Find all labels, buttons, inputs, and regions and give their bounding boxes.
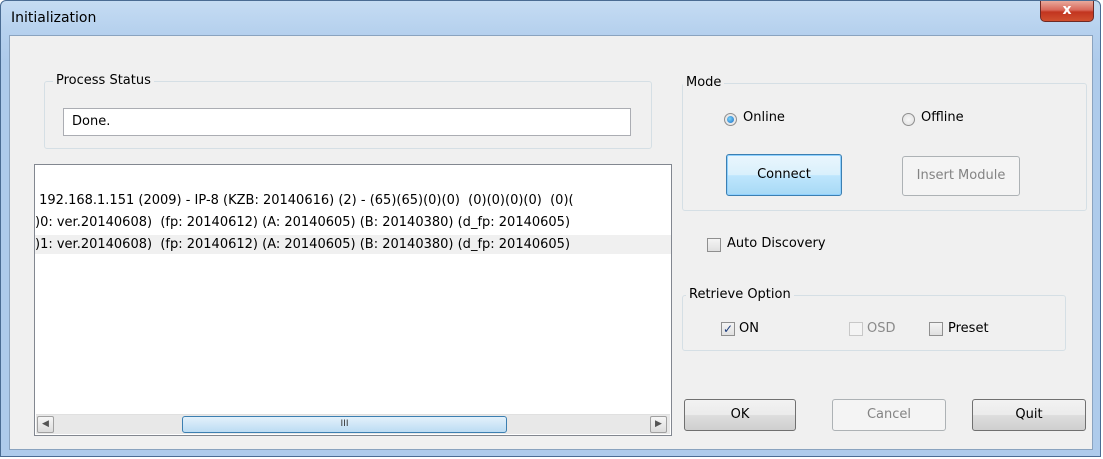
online-label[interactable]: Online — [743, 110, 785, 125]
retrieve-option-label: Retrieve Option — [686, 287, 794, 302]
initialization-window: Initialization x Process Status Done. 19… — [0, 0, 1101, 457]
quit-button[interactable]: Quit — [972, 399, 1086, 431]
online-radio[interactable] — [724, 113, 737, 126]
checkmark-icon: ✓ — [722, 322, 734, 336]
osd-checkbox[interactable] — [849, 322, 863, 336]
window-title: Initialization — [11, 10, 97, 26]
mode-group: Mode Online Offline Connect Insert Modul… — [682, 75, 1087, 211]
preset-label[interactable]: Preset — [948, 321, 989, 336]
process-status-group: Process Status Done. — [44, 73, 652, 149]
log-line-selected[interactable]: )1: ver.20140608) (fp: 20140612) (A: 201… — [35, 235, 671, 254]
cancel-button[interactable]: Cancel — [832, 399, 946, 431]
title-bar[interactable]: Initialization x — [1, 1, 1100, 35]
preset-checkbox[interactable] — [929, 322, 943, 336]
log-line[interactable]: 192.168.1.151 (2009) - IP-8 (KZB: 201406… — [35, 191, 671, 210]
on-checkbox[interactable]: ✓ — [721, 322, 735, 336]
scroll-right-button[interactable]: ▶ — [650, 416, 667, 433]
osd-label[interactable]: OSD — [867, 321, 896, 336]
auto-discovery-checkbox[interactable] — [707, 238, 721, 252]
on-label[interactable]: ON — [739, 321, 759, 336]
dialog-client-area: Process Status Done. 192.168.1.151 (2009… — [9, 35, 1093, 450]
scroll-left-button[interactable]: ◀ — [37, 416, 54, 433]
retrieve-option-group: Retrieve Option ✓ ON OSD Preset — [682, 287, 1066, 351]
offline-label[interactable]: Offline — [921, 110, 964, 125]
close-button[interactable]: x — [1040, 1, 1094, 22]
process-status-field: Done. — [63, 108, 631, 136]
log-line[interactable]: )0: ver.20140608) (fp: 20140612) (A: 201… — [35, 213, 671, 232]
grip-icon: III — [340, 419, 349, 429]
horizontal-scrollbar[interactable]: ◀ III ▶ — [36, 414, 670, 434]
ok-button[interactable]: OK — [684, 399, 796, 431]
chevron-right-icon: ▶ — [655, 419, 662, 429]
log-list[interactable]: 192.168.1.151 (2009) - IP-8 (KZB: 201406… — [34, 164, 672, 436]
process-status-label: Process Status — [53, 73, 154, 88]
close-icon: x — [1062, 2, 1072, 18]
insert-module-button[interactable]: Insert Module — [902, 156, 1020, 196]
chevron-left-icon: ◀ — [42, 419, 49, 429]
scroll-thumb[interactable]: III — [182, 416, 507, 433]
mode-label: Mode — [683, 75, 725, 90]
auto-discovery-label[interactable]: Auto Discovery — [727, 236, 826, 251]
connect-button[interactable]: Connect — [726, 154, 842, 196]
offline-radio[interactable] — [902, 113, 915, 126]
